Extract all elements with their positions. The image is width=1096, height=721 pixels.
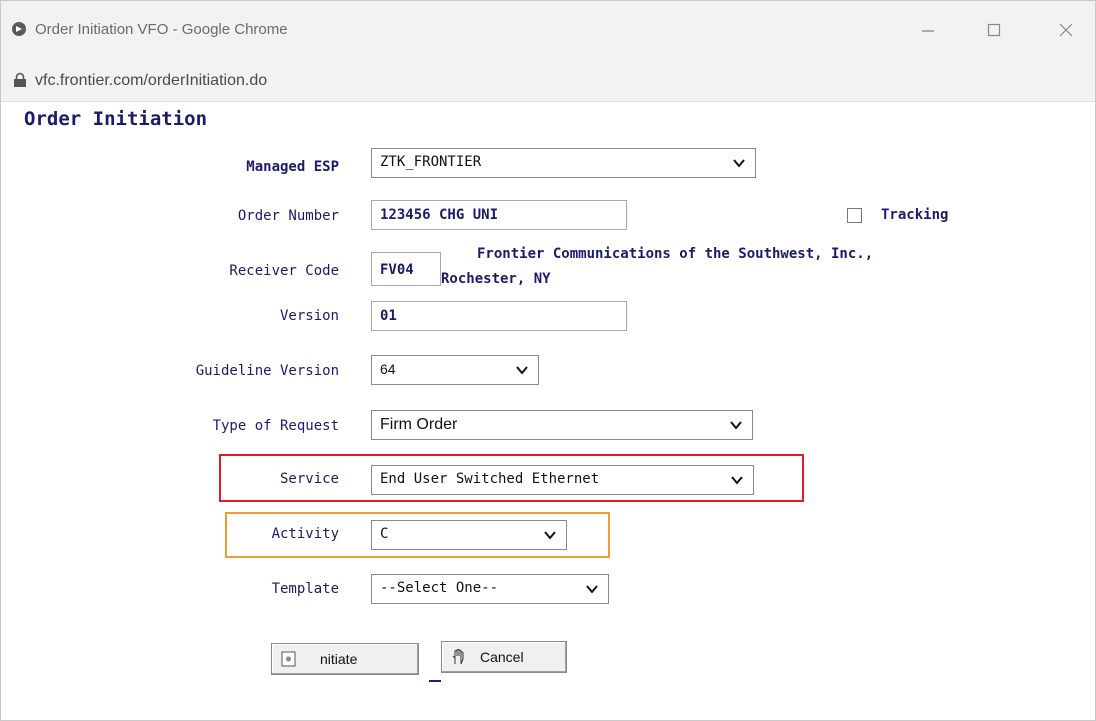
chevron-down-icon xyxy=(516,366,528,375)
chevron-down-icon xyxy=(730,421,742,430)
page-content: Order Initiation Managed ESP ZTK_FRONTIE… xyxy=(1,102,1095,720)
close-icon[interactable] xyxy=(1051,15,1081,45)
tracking-checkbox[interactable] xyxy=(847,208,862,223)
version-label: Version xyxy=(279,308,339,324)
receiver-code-input[interactable]: FV04 xyxy=(371,252,441,286)
initiate-label: nitiate xyxy=(320,651,358,667)
version-input[interactable]: 01 xyxy=(371,301,627,331)
guideline-version-select[interactable]: 64 xyxy=(371,355,539,385)
type-of-request-select[interactable]: Firm Order xyxy=(371,410,753,440)
address-bar[interactable]: vfc.frontier.com/orderInitiation.do xyxy=(1,63,1095,102)
template-value: --Select One-- xyxy=(380,580,499,596)
browser-window: Order Initiation VFO - Google Chrome vfc… xyxy=(0,0,1096,721)
url-text[interactable]: vfc.frontier.com/orderInitiation.do xyxy=(35,72,267,90)
initiate-icon xyxy=(281,651,296,667)
cancel-hand-icon xyxy=(452,649,464,665)
service-label: Service xyxy=(279,471,339,487)
managed-esp-label: Managed ESP xyxy=(246,159,339,175)
service-select[interactable]: End User Switched Ethernet xyxy=(371,465,754,495)
guideline-version-value: 64 xyxy=(380,361,396,377)
template-select[interactable]: --Select One-- xyxy=(371,574,609,604)
globe-icon xyxy=(12,22,26,36)
order-number-input[interactable]: 123456 CHG UNI xyxy=(371,200,627,230)
guideline-version-label: Guideline Version xyxy=(195,363,339,379)
activity-select[interactable]: C xyxy=(371,520,567,550)
receiver-description-line2: Rochester, NY xyxy=(441,271,551,287)
managed-esp-select[interactable]: ZTK_FRONTIER xyxy=(371,148,756,178)
cancel-button[interactable]: Cancel xyxy=(441,641,567,673)
chevron-down-icon xyxy=(731,476,743,485)
focus-underline xyxy=(429,680,441,682)
cancel-label: Cancel xyxy=(480,649,524,665)
tracking-label: Tracking xyxy=(881,207,949,223)
receiver-code-label: Receiver Code xyxy=(229,263,339,279)
order-number-label: Order Number xyxy=(237,208,339,224)
template-label: Template xyxy=(271,581,339,597)
activity-value: C xyxy=(380,526,389,542)
managed-esp-value: ZTK_FRONTIER xyxy=(380,154,482,170)
title-bar: Order Initiation VFO - Google Chrome xyxy=(1,1,1095,63)
window-title: Order Initiation VFO - Google Chrome xyxy=(35,21,288,38)
page-title: Order Initiation xyxy=(24,108,208,130)
initiate-button[interactable]: nitiate xyxy=(271,643,419,675)
chevron-down-icon xyxy=(544,531,556,540)
chevron-down-icon xyxy=(733,159,745,168)
lock-icon xyxy=(14,72,26,87)
activity-label: Activity xyxy=(271,526,339,542)
maximize-icon[interactable] xyxy=(979,15,1009,45)
chevron-down-icon xyxy=(586,585,598,594)
service-value: End User Switched Ethernet xyxy=(380,471,600,487)
type-of-request-value: Firm Order xyxy=(380,416,458,433)
type-of-request-label: Type of Request xyxy=(212,418,339,434)
minimize-icon[interactable] xyxy=(913,15,943,45)
receiver-description-line1: Frontier Communications of the Southwest… xyxy=(477,246,874,262)
